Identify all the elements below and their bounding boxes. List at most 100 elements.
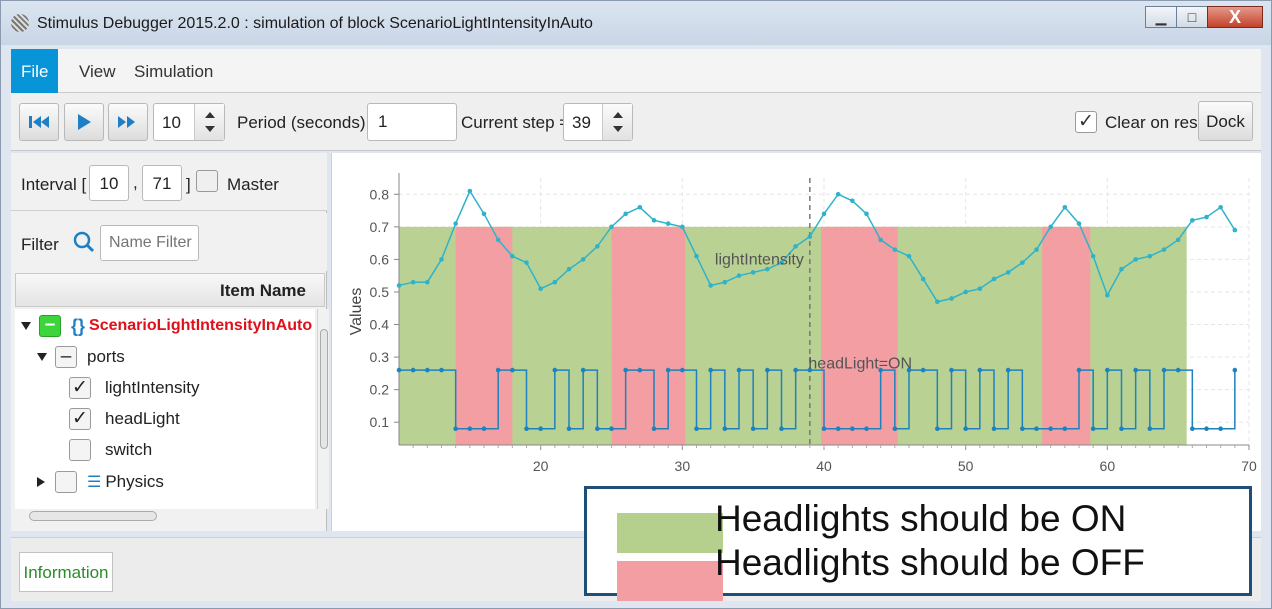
headlight-checkbox[interactable]: ✓ xyxy=(69,408,91,430)
y-axis-label: Values xyxy=(348,288,365,336)
headlight-point xyxy=(495,367,501,373)
close-button[interactable]: X xyxy=(1207,6,1263,28)
lightintensity-point xyxy=(410,279,416,285)
headlight-point xyxy=(1034,426,1039,432)
tree-node-headlight[interactable]: ✓ headLight xyxy=(69,404,180,434)
block-toggle-checkbox[interactable]: – xyxy=(39,315,61,337)
y-tick-label: 0.8 xyxy=(370,186,390,202)
expand-arrow-icon[interactable] xyxy=(21,322,31,330)
dock-button[interactable]: Dock xyxy=(1198,101,1253,141)
headlight-point xyxy=(609,426,614,432)
menu-file[interactable]: File xyxy=(11,49,59,93)
switch-checkbox[interactable] xyxy=(69,439,91,461)
y-tick-label: 0.5 xyxy=(370,284,390,300)
headlight-point xyxy=(864,426,869,432)
expand-arrow-icon[interactable] xyxy=(37,353,47,361)
tree-horizontal-scrollbar[interactable] xyxy=(15,509,315,523)
headlight-point xyxy=(1175,367,1181,373)
lightintensity-point xyxy=(1034,247,1039,252)
lightintensity-point xyxy=(708,283,713,288)
tree-vertical-scrollbar[interactable] xyxy=(317,309,329,509)
x-tick-label: 70 xyxy=(1241,458,1257,474)
rewind-button[interactable] xyxy=(19,103,59,141)
tree-node-switch[interactable]: switch xyxy=(69,435,152,465)
lightintensity-point xyxy=(1062,205,1068,210)
chevron-down-icon[interactable] xyxy=(613,126,623,132)
tree-node-label: lightIntensity xyxy=(105,378,200,397)
period-input[interactable]: 1 xyxy=(367,103,457,141)
fast-forward-button[interactable] xyxy=(108,103,148,141)
chart-annotation: headLight=ON xyxy=(808,356,912,373)
item-name-column-header[interactable]: Item Name xyxy=(15,273,325,307)
headlight-point xyxy=(481,426,487,432)
lightintensity-point xyxy=(807,234,813,239)
headlight-point xyxy=(538,426,543,432)
master-checkbox[interactable] xyxy=(196,170,218,192)
y-tick-label: 0.1 xyxy=(370,414,390,430)
lightintensity-point xyxy=(1190,218,1195,223)
ports-checkbox[interactable]: – xyxy=(55,346,77,368)
lightintensity-point xyxy=(651,218,657,223)
current-step-value: 39 xyxy=(572,113,591,132)
headlight-point xyxy=(467,426,473,432)
tree-node-ports[interactable]: – ports xyxy=(37,342,125,372)
play-button[interactable] xyxy=(64,103,104,141)
scroll-thumb[interactable] xyxy=(320,329,328,449)
name-filter-input[interactable] xyxy=(100,225,199,261)
lightintensity-checkbox[interactable]: ✓ xyxy=(69,377,91,399)
lightintensity-point xyxy=(637,205,643,210)
tree-node-lightintensity[interactable]: ✓ lightIntensity xyxy=(69,373,200,403)
lightintensity-point xyxy=(1020,260,1025,265)
lightintensity-point xyxy=(595,244,600,249)
interval-end-input[interactable]: 71 xyxy=(142,165,182,201)
menu-view[interactable]: View xyxy=(69,49,126,93)
tree-node-block[interactable]: – {} ScenarioLightIntensityInAuto xyxy=(21,311,312,341)
chevron-down-icon[interactable] xyxy=(205,126,215,132)
lightintensity-point xyxy=(1218,205,1223,210)
tree-node-label: ScenarioLightIntensityInAuto xyxy=(89,317,313,334)
information-tab[interactable]: Information xyxy=(19,552,113,592)
headlight-point xyxy=(510,367,515,373)
lightintensity-point xyxy=(680,224,685,230)
headlight-point xyxy=(595,426,600,432)
current-step-spinner[interactable]: 39 xyxy=(563,103,633,141)
collapse-arrow-icon[interactable] xyxy=(37,477,45,487)
step-count-spinner[interactable]: 10 xyxy=(153,103,225,141)
headlight-point xyxy=(651,426,657,432)
lightintensity-point xyxy=(665,221,671,226)
headlight-point xyxy=(935,426,940,432)
x-tick-label: 50 xyxy=(958,458,974,474)
headlight-point xyxy=(1147,426,1153,432)
list-icon: ☰ xyxy=(87,474,102,491)
interval-row: Interval [ 10 , 71 ] Master xyxy=(11,153,327,211)
lightintensity-point xyxy=(481,211,487,217)
clear-on-reset-checkbox[interactable]: ✓ xyxy=(1075,111,1097,133)
headlight-point xyxy=(920,367,926,373)
headlight-point xyxy=(1062,426,1068,432)
scroll-thumb[interactable] xyxy=(29,511,157,521)
step-count-arrows[interactable] xyxy=(194,104,224,140)
fast-forward-icon xyxy=(118,116,135,128)
menu-simulation[interactable]: Simulation xyxy=(124,49,223,93)
current-step-arrows[interactable] xyxy=(602,104,632,140)
physics-checkbox[interactable] xyxy=(55,471,77,493)
interval-start-input[interactable]: 10 xyxy=(89,165,129,201)
lightintensity-point xyxy=(750,270,756,275)
minimize-button[interactable]: ▁ xyxy=(1145,6,1177,28)
lightintensity-point xyxy=(609,224,614,230)
chevron-up-icon[interactable] xyxy=(613,112,623,118)
headlight-point xyxy=(821,426,827,432)
legend-on-label: Headlights should be ON xyxy=(715,498,1127,539)
headlight-point xyxy=(892,426,898,432)
lightintensity-point xyxy=(906,253,912,259)
step-count-value: 10 xyxy=(162,113,181,132)
chevron-up-icon[interactable] xyxy=(205,112,215,118)
headlight-point xyxy=(1190,426,1195,432)
headlight-point xyxy=(637,367,643,373)
tree-node-physics[interactable]: ☰ Physics xyxy=(37,467,164,497)
lightintensity-point xyxy=(453,221,458,226)
maximize-button[interactable]: □ xyxy=(1176,6,1208,28)
headlight-point xyxy=(580,367,586,373)
headlight-point xyxy=(1048,426,1053,432)
x-tick-label: 20 xyxy=(533,458,549,474)
